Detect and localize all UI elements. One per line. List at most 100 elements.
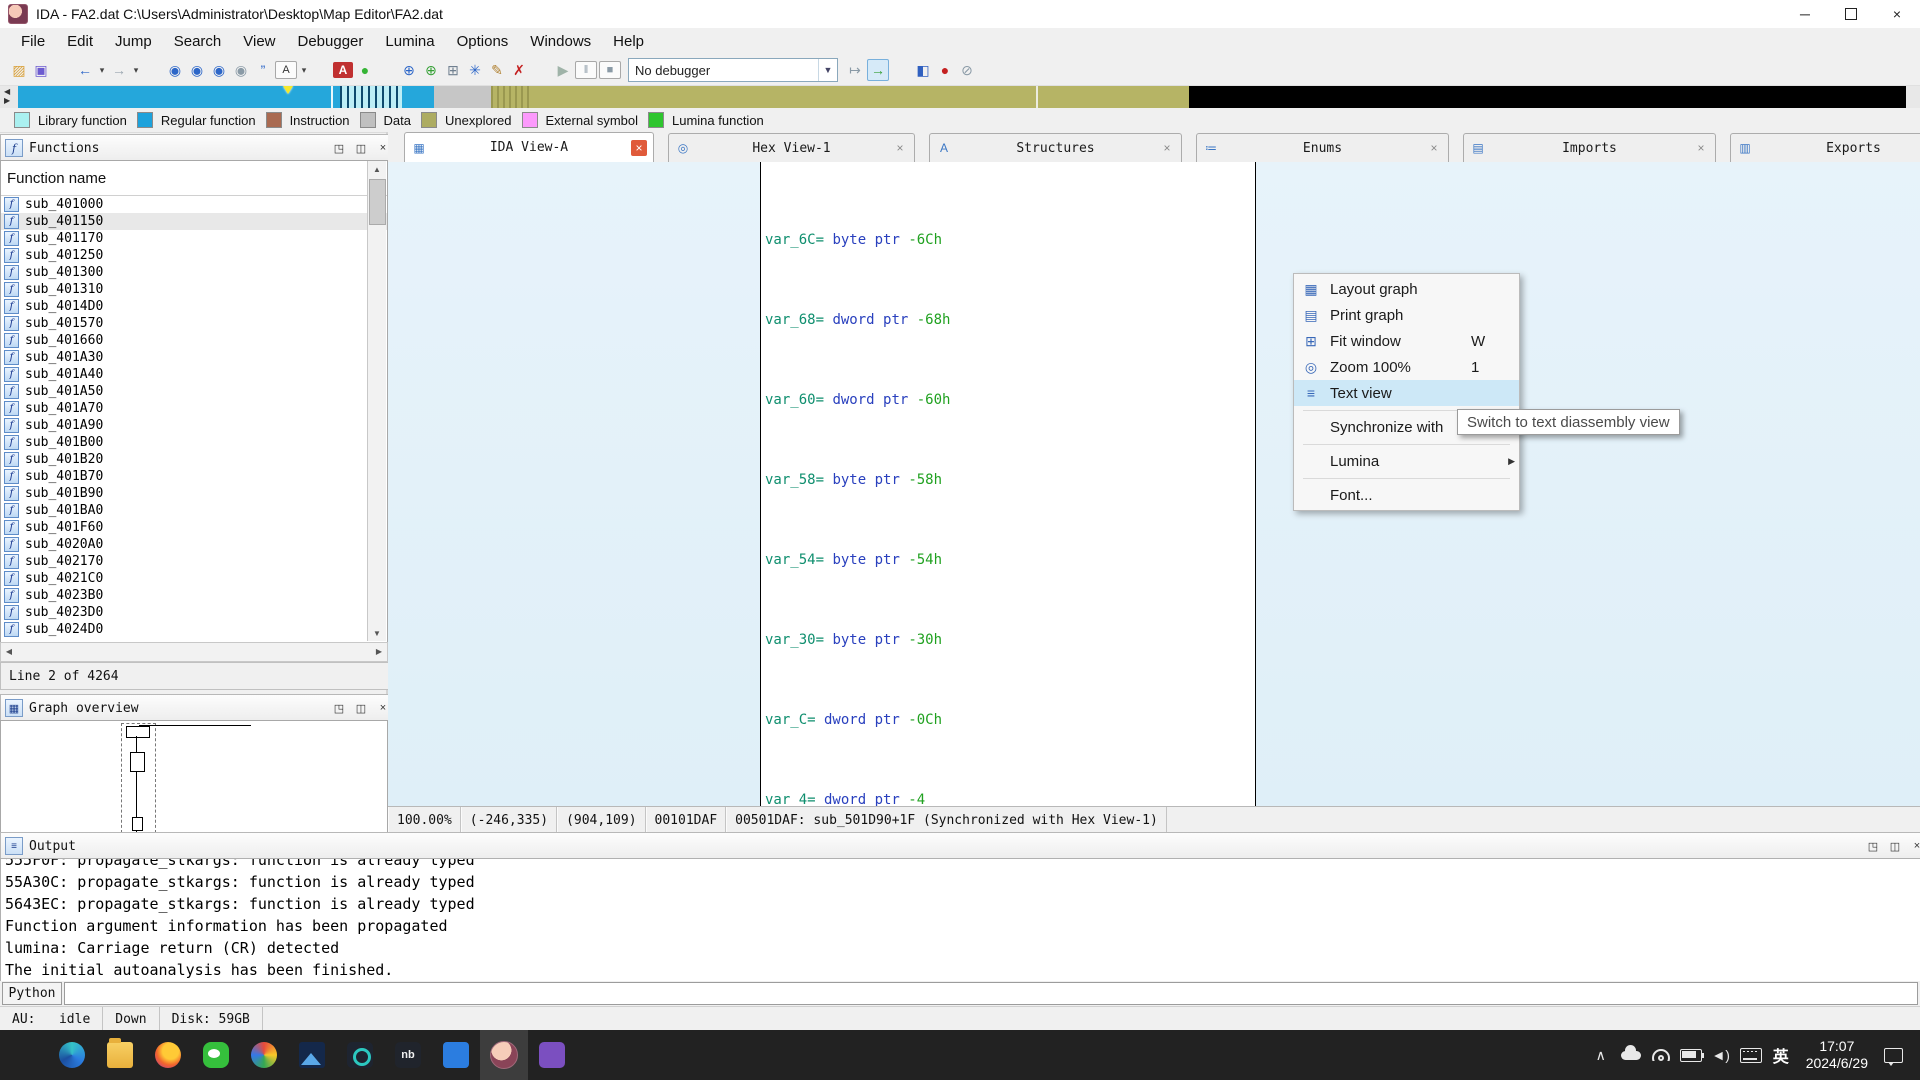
functions-column-header[interactable]: Function name [1,161,387,196]
asm-line[interactable]: var_30= byte ptr -30h [765,630,1255,650]
function-list-item[interactable]: f sub_401B90 [1,485,387,502]
undefine-button[interactable]: ✗ [509,60,529,80]
tab-close-icon[interactable]: × [1159,140,1175,156]
menu-item-lumina[interactable]: Lumina ▶ [1294,448,1519,474]
taskbar-app-wechat[interactable] [192,1030,240,1080]
create-data-button[interactable]: ⊞ [443,60,463,80]
function-list-item[interactable]: f sub_4021C0 [1,570,387,587]
function-list-item[interactable]: f sub_401170 [1,230,387,247]
search-memory-button[interactable]: ◉ [165,60,185,80]
asm-line[interactable]: var_54= byte ptr -54h [765,550,1255,570]
navband-segment[interactable] [402,86,434,108]
panel-restore-button[interactable]: ◳ [331,141,347,155]
tray-notification-icon[interactable] [1878,1030,1920,1080]
toolbar-separator[interactable] [531,60,551,80]
scroll-left-icon[interactable]: ◀ [1,643,17,659]
function-list-item[interactable]: f sub_4014D0 [1,298,387,315]
navband-segment[interactable] [1189,86,1906,108]
navigate-forward-button[interactable]: → [109,60,129,80]
lumina-pull-button[interactable]: ● [355,60,375,80]
python-command-input[interactable] [64,982,1918,1005]
taskbar-start-button[interactable] [0,1030,48,1080]
forward-history-dropdown[interactable]: ▾ [131,60,141,80]
toolbar-separator[interactable] [143,60,163,80]
tab-close-icon[interactable]: × [1693,140,1709,156]
open-file-button[interactable]: ▨ [9,60,29,80]
panel-close-button[interactable]: × [1909,839,1920,853]
menu-item-print-graph[interactable]: ▤ Print graph [1294,302,1519,328]
menu-separator[interactable] [1294,474,1519,482]
search-again-button[interactable]: ◉ [231,60,251,80]
menu-help[interactable]: Help [602,30,655,53]
asm-line[interactable]: var_6C= byte ptr -6Ch [765,230,1255,250]
panel-float-button[interactable]: ◫ [353,141,369,155]
navband-segment[interactable] [1036,86,1038,108]
save-button[interactable]: ▣ [31,60,51,80]
taskbar-app-nb[interactable]: nb [384,1030,432,1080]
menu-file[interactable]: File [10,30,56,53]
toolbar-separator[interactable] [53,60,73,80]
panel-float-button[interactable]: ◫ [1887,839,1903,853]
navband-segment[interactable] [340,86,402,108]
add-breakpoint-button[interactable]: ● [935,60,955,80]
functions-horizontal-scrollbar[interactable]: ◀ ▶ [0,642,388,662]
stop-process-button[interactable]: ■ [599,61,621,79]
tray-ime-indicator[interactable]: 英 [1766,1030,1796,1080]
taskbar-app-ida[interactable] [480,1030,528,1080]
tab-ida-view-a[interactable]: ▦ IDA View-A × [404,132,654,162]
function-list-item[interactable]: f sub_401BA0 [1,502,387,519]
navband-left-arrow[interactable]: ◀ [4,88,10,96]
panel-float-button[interactable]: ◫ [353,701,369,715]
comment-button[interactable]: ” [253,60,273,80]
toolbar-separator[interactable] [891,60,911,80]
toolbar-separator[interactable] [377,60,397,80]
tab-structures[interactable]: A Structures × [929,133,1182,162]
function-list-item[interactable]: f sub_401A50 [1,383,387,400]
function-list-item[interactable]: f sub_401A90 [1,417,387,434]
function-list-item[interactable]: f sub_4023B0 [1,587,387,604]
text-options-dropdown[interactable]: ▾ [299,60,309,80]
tab-imports[interactable]: ▤ Imports × [1463,133,1716,162]
search-immediate-button[interactable]: ◉ [209,60,229,80]
tray-onedrive-icon[interactable] [1616,1030,1646,1080]
function-list-item[interactable]: f sub_401F60 [1,519,387,536]
function-list-item[interactable]: f sub_401310 [1,281,387,298]
pause-process-button[interactable]: ‖ [575,61,597,79]
menu-edit[interactable]: Edit [56,30,104,53]
menu-item-text-view[interactable]: ≡ Text view [1294,380,1519,406]
panel-restore-button[interactable]: ◳ [1865,839,1881,853]
asm-line[interactable]: var_58= byte ptr -58h [765,470,1255,490]
navband-segment[interactable] [331,86,333,108]
function-list-item[interactable]: f sub_401B20 [1,451,387,468]
edit-function-button[interactable]: ⊕ [421,60,441,80]
functions-vertical-scrollbar[interactable]: ▲ ▼ [367,161,386,641]
scroll-right-icon[interactable]: ▶ [371,643,387,659]
debugger-windows-button[interactable]: ◧ [913,60,933,80]
taskbar-app-photos[interactable] [288,1030,336,1080]
start-process-button[interactable]: ▶ [553,60,573,80]
menu-lumina[interactable]: Lumina [374,30,445,53]
menu-separator[interactable] [1294,440,1519,448]
function-list-item[interactable]: f sub_401B70 [1,468,387,485]
navigate-back-button[interactable]: ← [75,60,95,80]
tray-keyboard-icon[interactable] [1736,1030,1766,1080]
function-list-item[interactable]: f sub_401150 [1,213,387,230]
function-list-item[interactable]: f sub_4020A0 [1,536,387,553]
menu-search[interactable]: Search [163,30,233,53]
tab-close-icon[interactable]: × [631,140,647,156]
create-function-button[interactable]: ⊕ [399,60,419,80]
asm-line[interactable]: var_60= dword ptr -60h [765,390,1255,410]
scrollbar-thumb[interactable] [369,179,386,225]
asm-line[interactable]: var_C= dword ptr -0Ch [765,710,1255,730]
menu-windows[interactable]: Windows [519,30,602,53]
navband-segment[interactable] [434,86,491,108]
tab-close-icon[interactable]: × [892,140,908,156]
navband-segment[interactable] [531,86,1189,108]
menu-view[interactable]: View [232,30,286,53]
tray-chevron-up-icon[interactable]: ∧ [1586,1030,1616,1080]
output-log[interactable]: 555F0F: propagate_stkargs: function is a… [0,858,1920,983]
function-list-item[interactable]: f sub_401B00 [1,434,387,451]
menu-item-layout-graph[interactable]: ▦ Layout graph [1294,276,1519,302]
function-list-item[interactable]: f sub_401660 [1,332,387,349]
function-list-item[interactable]: f sub_401570 [1,315,387,332]
